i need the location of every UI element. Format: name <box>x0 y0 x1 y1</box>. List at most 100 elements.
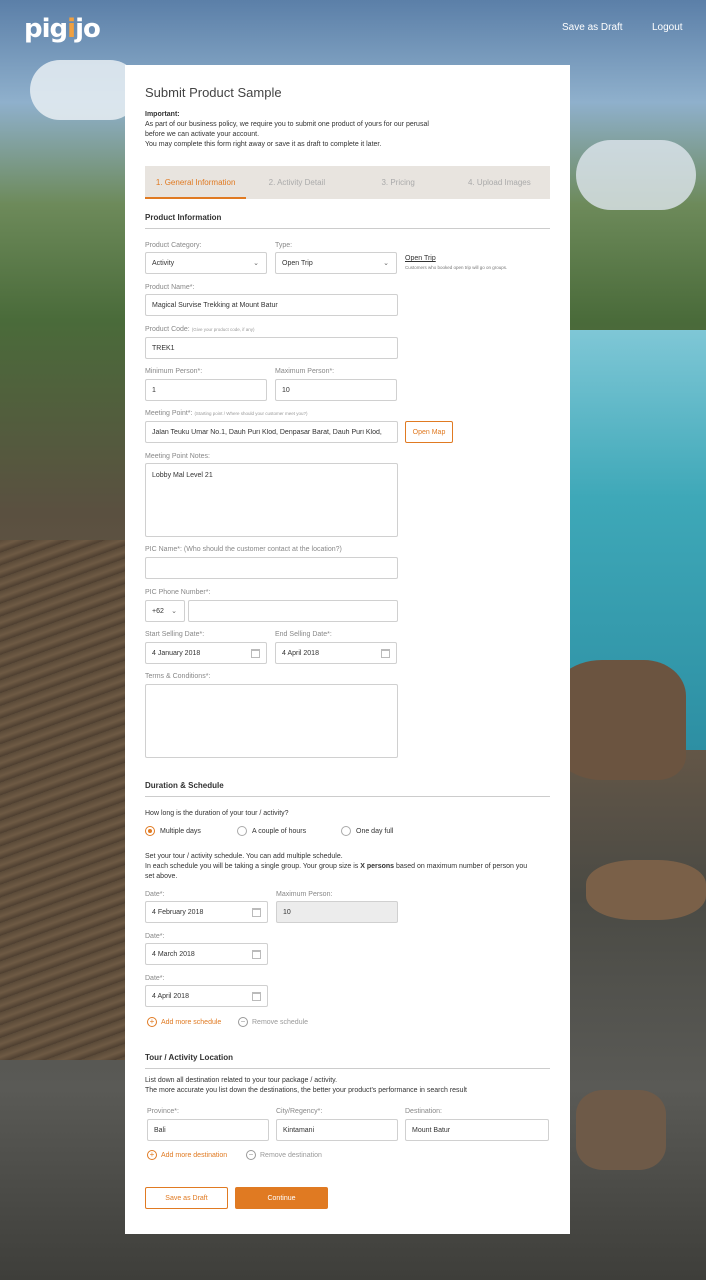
product-code-hint: (Give your product code, if any) <box>191 327 255 332</box>
start-date-label: Start Selling Date*: <box>145 631 205 638</box>
meeting-point-label: Meeting Point*: (Starting point / Where … <box>145 410 308 417</box>
destination-input[interactable]: Mount Batur <box>405 1119 549 1141</box>
radio-label: Multiple days <box>160 827 201 835</box>
schedule-date-value: 4 April 2018 <box>152 992 189 1000</box>
pic-phone-label: PIC Phone Number*: <box>145 589 211 596</box>
calendar-icon[interactable] <box>381 649 390 658</box>
product-code-value: TREK1 <box>152 344 175 352</box>
plus-icon: + <box>147 1017 157 1027</box>
notice-text: You may complete this form right away or… <box>145 141 382 148</box>
max-person-label: Maximum Person: <box>276 891 333 898</box>
schedule-date-value: 4 February 2018 <box>152 908 204 916</box>
tab-general-information[interactable]: 1. General Information <box>145 166 247 199</box>
divider <box>145 796 550 797</box>
calendar-icon[interactable] <box>252 908 261 917</box>
category-value: Activity <box>152 259 175 267</box>
calendar-icon[interactable] <box>251 649 260 658</box>
radio-couple-hours[interactable]: A couple of hours <box>237 826 306 836</box>
divider <box>145 1068 550 1069</box>
schedule-max-person-value: 10 <box>283 908 291 916</box>
product-code-input[interactable]: TREK1 <box>145 337 398 359</box>
tab-upload-images[interactable]: 4. Upload Images <box>449 166 550 199</box>
pic-name-input[interactable] <box>145 557 398 579</box>
save-draft-link[interactable]: Save as Draft <box>562 22 623 33</box>
location-text: The more accurate you list down the dest… <box>145 1087 467 1094</box>
logo-text: i <box>67 14 76 44</box>
city-label: City/Regency*: <box>276 1108 323 1115</box>
pic-phone-input[interactable] <box>188 600 398 622</box>
remove-destination-button[interactable]: − Remove destination <box>246 1150 322 1160</box>
schedule-text: In each schedule you will be taking a si… <box>145 862 550 872</box>
date-label: Date*: <box>145 975 165 982</box>
open-map-button[interactable]: Open Map <box>405 421 453 443</box>
background-cloud <box>30 60 140 120</box>
product-code-label: Product Code: (Give your product code, i… <box>145 326 254 333</box>
province-input[interactable]: Bali <box>147 1119 269 1141</box>
pic-name-label: PIC Name*: (Who should the customer cont… <box>145 546 342 553</box>
meeting-point-input[interactable]: Jalan Teuku Umar No.1, Dauh Puri Klod, D… <box>145 421 398 443</box>
calendar-icon[interactable] <box>252 992 261 1001</box>
max-person-input[interactable]: 10 <box>275 379 397 401</box>
notice-text: before we can activate your account. <box>145 131 260 138</box>
max-person-value: 10 <box>282 386 290 394</box>
schedule-date-input[interactable]: 4 April 2018 <box>145 985 268 1007</box>
save-draft-button[interactable]: Save as Draft <box>145 1187 228 1209</box>
schedule-description: Set your tour / activity schedule. You c… <box>145 852 550 882</box>
background-cloud <box>576 140 696 210</box>
continue-button[interactable]: Continue <box>235 1187 328 1209</box>
min-person-label: Minimum Person*: <box>145 368 203 375</box>
radio-one-day[interactable]: One day full <box>341 826 393 836</box>
schedule-date-input[interactable]: 4 February 2018 <box>145 901 268 923</box>
logo-text: jo <box>75 14 101 44</box>
page-title: Submit Product Sample <box>145 85 282 100</box>
add-destination-button[interactable]: + Add more destination <box>147 1150 227 1160</box>
remove-schedule-button[interactable]: − Remove schedule <box>238 1017 308 1027</box>
terms-textarea[interactable] <box>145 684 398 758</box>
schedule-date-input[interactable]: 4 March 2018 <box>145 943 268 965</box>
max-person-label: Maximum Person*: <box>275 368 335 375</box>
background-rock <box>576 1090 666 1170</box>
location-text: List down all destination related to you… <box>145 1077 338 1084</box>
end-date-input[interactable]: 4 April 2018 <box>275 642 397 664</box>
remove-destination-label: Remove destination <box>260 1151 322 1159</box>
add-destination-label: Add more destination <box>161 1151 228 1159</box>
min-person-input[interactable]: 1 <box>145 379 267 401</box>
product-name-input[interactable]: Magical Survise Trekking at Mount Batur <box>145 294 398 316</box>
step-tabs: 1. General Information 2. Activity Detai… <box>145 166 550 199</box>
notice-heading: Important: <box>145 111 180 118</box>
date-label: Date*: <box>145 891 165 898</box>
category-select[interactable]: Activity ⌄ <box>145 252 267 274</box>
tab-activity-detail[interactable]: 2. Activity Detail <box>246 166 347 199</box>
end-date-value: 4 April 2018 <box>282 649 319 657</box>
add-schedule-button[interactable]: + Add more schedule <box>147 1017 221 1027</box>
section-title-duration: Duration & Schedule <box>145 781 224 790</box>
notice-text: As part of our business policy, we requi… <box>145 121 429 128</box>
tab-pricing[interactable]: 3. Pricing <box>348 166 449 199</box>
city-input[interactable]: Kintamani <box>276 1119 398 1141</box>
location-description: List down all destination related to you… <box>145 1076 550 1096</box>
start-date-input[interactable]: 4 January 2018 <box>145 642 267 664</box>
notice: Important: As part of our business polic… <box>145 110 465 150</box>
chevron-down-icon: ⌄ <box>383 260 389 267</box>
notes-label: Meeting Point Notes: <box>145 453 210 460</box>
type-value: Open Trip <box>282 259 313 267</box>
logo[interactable]: pigijo <box>24 14 101 44</box>
start-date-value: 4 January 2018 <box>152 649 201 657</box>
phone-code-value: +62 <box>152 607 164 615</box>
background-rock <box>586 860 706 920</box>
type-hint-title: Open Trip <box>405 255 436 262</box>
notes-textarea[interactable]: Lobby Mal Level 21 <box>145 463 398 537</box>
chevron-down-icon: ⌄ <box>171 608 177 615</box>
radio-multiple-days[interactable]: Multiple days <box>145 826 201 836</box>
type-select[interactable]: Open Trip ⌄ <box>275 252 397 274</box>
section-title-location: Tour / Activity Location <box>145 1053 234 1062</box>
top-bar: pigijo Save as Draft Logout <box>0 0 706 58</box>
duration-question: How long is the duration of your tour / … <box>145 810 289 817</box>
phone-code-select[interactable]: +62 ⌄ <box>145 600 185 622</box>
product-name-label: Product Name*: <box>145 284 195 291</box>
calendar-icon[interactable] <box>252 950 261 959</box>
province-label: Province*: <box>147 1108 179 1115</box>
logout-link[interactable]: Logout <box>652 22 683 33</box>
logo-text: pig <box>24 14 68 44</box>
terms-label: Terms & Conditions*: <box>145 673 211 680</box>
